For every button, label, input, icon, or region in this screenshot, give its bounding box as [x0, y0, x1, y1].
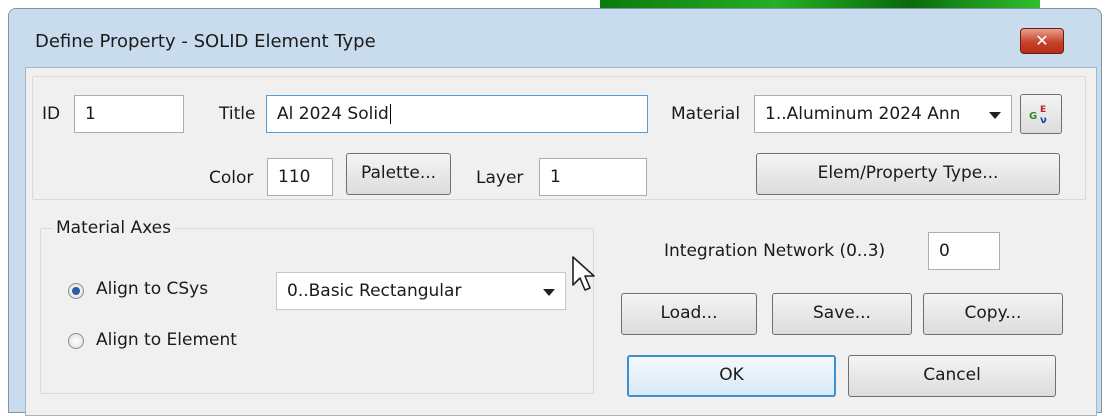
color-field[interactable]: 110	[267, 158, 333, 196]
csys-value: 0..Basic Rectangular	[287, 281, 462, 301]
title-label: Title	[219, 104, 256, 124]
load-button[interactable]: Load...	[621, 293, 757, 335]
title-value: Al 2024 Solid	[277, 104, 389, 124]
cancel-button[interactable]: Cancel	[848, 355, 1056, 397]
material-label: Material	[671, 104, 741, 124]
dialog-window: Define Property - SOLID Element Type ✕ I…	[8, 8, 1102, 416]
integration-network-field[interactable]: 0	[928, 232, 1000, 270]
material-axes-label: Material Axes	[52, 218, 175, 238]
dialog-client-area: ID 1 Title Al 2024 Solid Material 1..Alu…	[25, 67, 1097, 416]
svg-text:ν: ν	[1040, 115, 1047, 125]
svg-text:E: E	[1040, 105, 1046, 115]
ok-button[interactable]: OK	[627, 355, 836, 397]
id-label: ID	[42, 104, 61, 124]
close-icon: ✕	[1035, 31, 1049, 50]
mouse-pointer-icon	[572, 256, 595, 291]
title-field[interactable]: Al 2024 Solid	[266, 95, 648, 133]
color-label: Color	[209, 168, 254, 188]
align-csys-radio[interactable]	[68, 283, 84, 299]
svg-text:G: G	[1029, 111, 1037, 122]
material-axes-group	[40, 228, 594, 394]
layer-field[interactable]: 1	[539, 158, 647, 196]
dialog-title: Define Property - SOLID Element Type	[35, 31, 376, 52]
integration-network-label: Integration Network (0..3)	[664, 241, 886, 261]
align-element-radio[interactable]	[68, 333, 84, 349]
material-library-button[interactable]: G E ν	[1020, 94, 1062, 134]
chevron-down-icon	[543, 289, 555, 296]
close-button[interactable]: ✕	[1020, 28, 1064, 54]
material-select[interactable]: 1..Aluminum 2024 Ann	[754, 95, 1012, 133]
id-field[interactable]: 1	[74, 95, 184, 133]
copy-button[interactable]: Copy...	[923, 293, 1063, 335]
material-value: 1..Aluminum 2024 Ann	[765, 104, 961, 124]
palette-button[interactable]: Palette...	[346, 153, 451, 195]
material-library-icon: G E ν	[1029, 105, 1047, 126]
chevron-down-icon	[989, 112, 1001, 119]
align-csys-label: Align to CSys	[96, 279, 209, 299]
save-button[interactable]: Save...	[772, 293, 912, 335]
layer-label: Layer	[476, 168, 524, 188]
csys-select[interactable]: 0..Basic Rectangular	[276, 272, 566, 310]
elem-property-type-button[interactable]: Elem/Property Type...	[756, 153, 1060, 195]
align-element-label: Align to Element	[96, 330, 237, 350]
